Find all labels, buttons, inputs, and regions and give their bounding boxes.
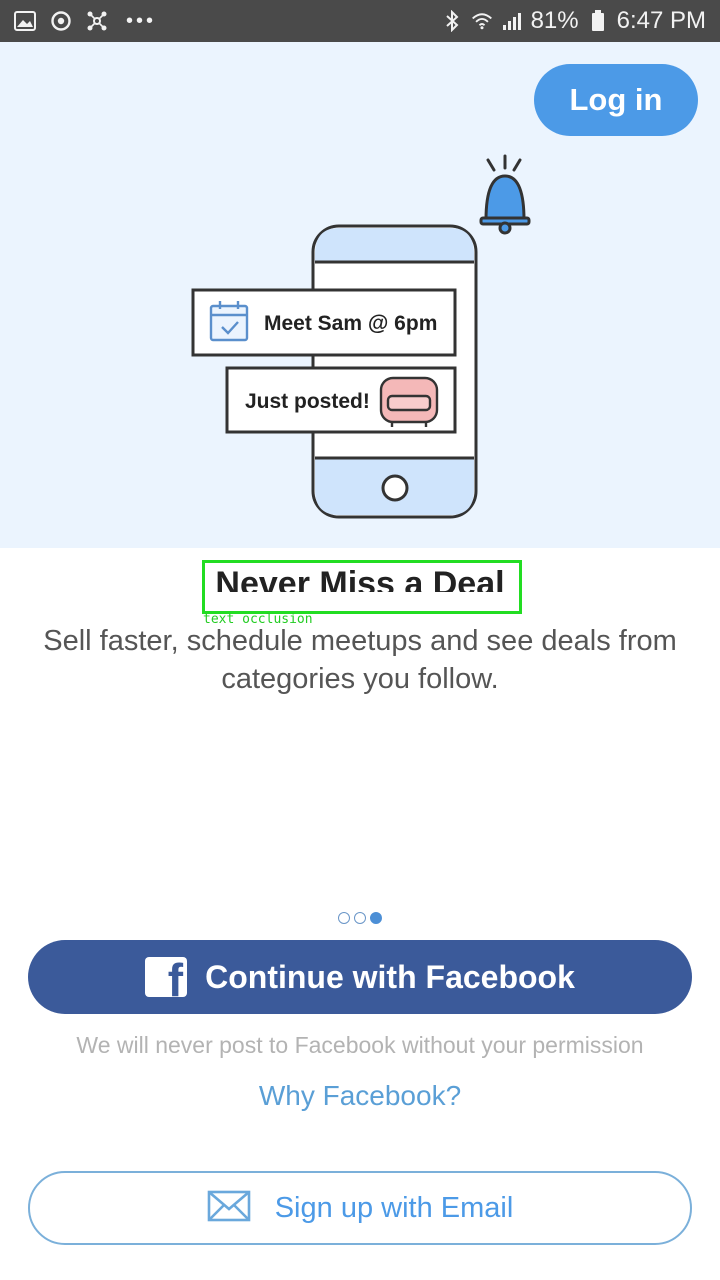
bell-icon: [479, 154, 531, 235]
network-icon: [86, 10, 108, 32]
status-bar: ••• 81% 6:47 PM: [0, 0, 720, 42]
page-indicator: [0, 912, 720, 924]
hero-banner: Meet Sam @ 6pm Just posted! Log in: [0, 42, 720, 548]
page-dot-2[interactable]: [354, 912, 366, 924]
battery-percent: 81%: [530, 7, 579, 34]
email-button-label: Sign up with Email: [274, 1191, 514, 1224]
card-meet-text: Meet Sam @ 6pm: [264, 312, 437, 335]
wifi-icon: [471, 10, 493, 32]
bluetooth-icon: [441, 10, 463, 32]
clock: 6:47 PM: [616, 7, 706, 34]
login-button[interactable]: Log in: [534, 64, 698, 136]
facebook-button-label: Continue with Facebook: [205, 958, 575, 995]
card-posted-text: Just posted!: [245, 390, 370, 413]
page-subtitle: Sell faster, schedule meetups and see de…: [43, 625, 677, 695]
envelope-icon: [207, 1190, 251, 1227]
calendar-icon: [209, 301, 249, 342]
page-dot-1[interactable]: [338, 912, 350, 924]
page-dot-3[interactable]: [370, 912, 382, 924]
more-dots-icon: •••: [126, 10, 157, 32]
battery-icon: [587, 10, 609, 32]
text-occlusion-box: [202, 560, 522, 614]
facebook-permission-note: We will never post to Facebook without y…: [76, 1032, 644, 1058]
status-bar-right: 81% 6:47 PM: [441, 7, 706, 35]
signal-icon: [501, 10, 523, 32]
why-facebook-link[interactable]: Why Facebook?: [0, 1080, 720, 1112]
gallery-icon: [14, 10, 36, 32]
sync-icon: [50, 10, 72, 32]
sign-up-with-email-button[interactable]: Sign up with Email: [28, 1171, 692, 1245]
couch-icon: [379, 376, 439, 427]
facebook-icon: f: [145, 957, 188, 997]
status-bar-left: •••: [14, 10, 156, 32]
continue-with-facebook-button[interactable]: f Continue with Facebook: [28, 940, 692, 1014]
